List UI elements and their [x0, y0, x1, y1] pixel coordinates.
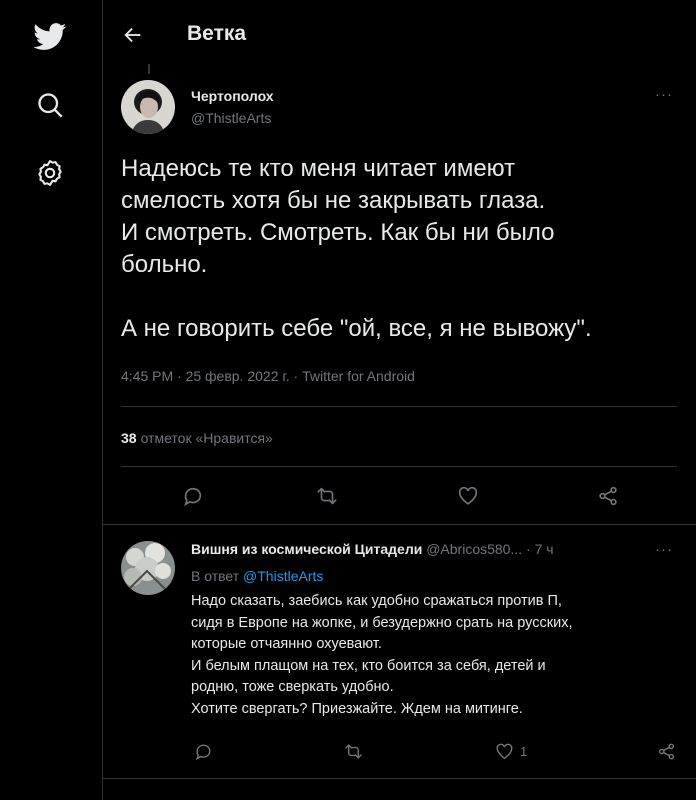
tweet-meta[interactable]: 4:45 PM · 25 февр. 2022 г. · Twitter for…	[121, 368, 415, 384]
reply-text: Надо сказать, заебись как удобно сражать…	[191, 593, 573, 717]
thread-connector-line	[148, 64, 150, 74]
reply-header: Вишня из космической Цитадели @Abricos58…	[191, 541, 554, 557]
likes-summary[interactable]: 38 отметок «Нравится»	[121, 430, 273, 446]
likes-label: отметок «Нравится»	[140, 430, 273, 446]
heart-icon	[458, 486, 478, 505]
back-button[interactable]	[117, 19, 149, 51]
reply-time[interactable]: 7 ч	[535, 541, 554, 557]
share-icon	[658, 743, 674, 759]
author-name[interactable]: Чертополох	[191, 88, 274, 104]
reply-author-name[interactable]: Вишня из космической Цитадели	[191, 541, 422, 557]
author-avatar[interactable]	[121, 80, 175, 134]
reply-author-avatar[interactable]	[121, 541, 175, 595]
divider	[121, 406, 677, 407]
thread-column: Ветка Чертополох @ThistleArts ··· Надеюс…	[103, 0, 696, 800]
reply-more-options-button[interactable]: ···	[655, 541, 673, 558]
share-icon	[599, 486, 617, 506]
reply-retweet-button[interactable]	[335, 733, 371, 769]
blossom-photo-image	[121, 541, 175, 595]
thread-header: Ветка	[103, 0, 696, 68]
more-options-button[interactable]: ···	[655, 86, 673, 103]
reply-button[interactable]	[175, 478, 211, 514]
reply-like-count: 1	[520, 743, 528, 759]
reply-like-button[interactable]: 1	[495, 733, 543, 769]
separator-dot: ·	[522, 541, 535, 557]
divider	[103, 524, 696, 525]
author-portrait-image	[121, 80, 175, 134]
reply-author-handle[interactable]: @Abricos580...	[426, 541, 522, 557]
retweet-icon	[344, 743, 362, 759]
replying-to-link[interactable]: @ThistleArts	[243, 568, 323, 584]
author-handle[interactable]: @ThistleArts	[191, 110, 271, 126]
twitter-home-button[interactable]	[25, 12, 75, 62]
like-button[interactable]	[450, 478, 486, 514]
side-nav	[0, 0, 103, 800]
replying-to-prefix: В ответ	[191, 568, 244, 584]
divider	[103, 778, 696, 779]
retweet-button[interactable]	[309, 478, 345, 514]
reply-reply-button[interactable]	[185, 733, 221, 769]
twitter-bird-icon	[33, 23, 67, 50]
tweet-text: Надеюсь те кто меня читает имеют смелост…	[121, 155, 592, 342]
replying-to: В ответ @ThistleArts	[191, 568, 323, 584]
heart-icon	[496, 743, 513, 759]
retweet-icon	[317, 487, 337, 505]
comment-icon	[184, 487, 202, 507]
likes-count: 38	[121, 430, 137, 446]
search-icon	[38, 93, 63, 118]
explore-button[interactable]	[25, 80, 75, 130]
reply-share-button[interactable]	[648, 733, 684, 769]
divider	[121, 466, 677, 467]
gear-icon	[38, 160, 62, 186]
page-title: Ветка	[187, 22, 247, 45]
share-button[interactable]	[590, 478, 626, 514]
settings-button[interactable]	[25, 148, 75, 198]
arrow-left-icon	[124, 27, 141, 43]
comment-icon	[195, 744, 211, 760]
